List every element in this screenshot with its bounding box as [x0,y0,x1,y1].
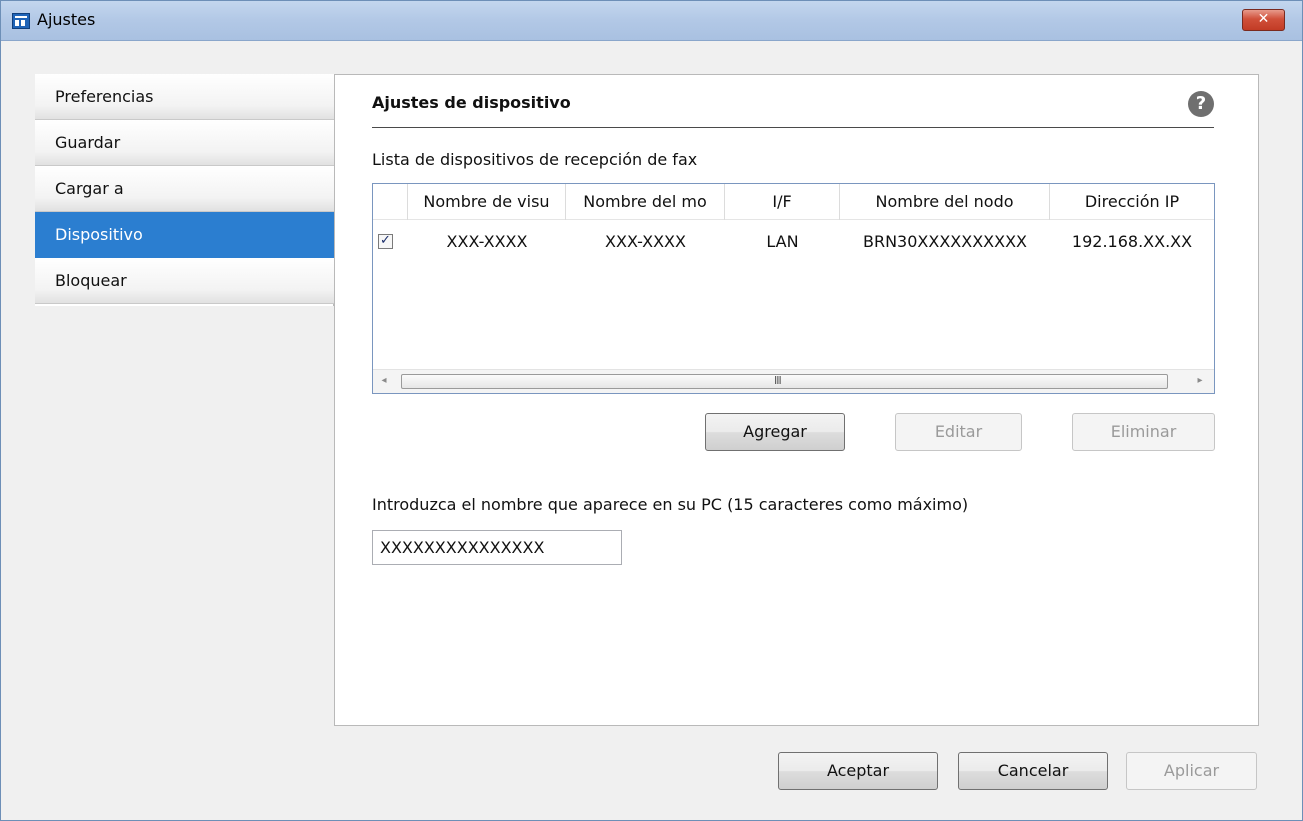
settings-dialog: Ajustes ✕ Preferencias Guardar Cargar a … [0,0,1303,821]
cancel-button[interactable]: Cancelar [958,752,1108,790]
help-icon-glyph: ? [1195,93,1207,114]
sidebar-item-label: Preferencias [55,87,154,106]
cell-model-name: XXX-XXXX [605,232,686,251]
table-header: Nombre de visu Nombre del mo I/F Nombre … [373,184,1214,220]
device-list-table[interactable]: Nombre de visu Nombre del mo I/F Nombre … [372,183,1215,394]
column-header-display-name[interactable]: Nombre de visu [408,184,566,220]
horizontal-scrollbar[interactable]: ◂ III ▸ [373,369,1214,393]
cell-interface: LAN [766,232,799,251]
delete-button[interactable]: Eliminar [1072,413,1215,451]
row-checkbox[interactable]: ✓ [378,233,393,249]
sidebar-item-label: Bloquear [55,271,127,290]
column-header-check[interactable] [373,184,408,220]
ok-button[interactable]: Aceptar [778,752,938,790]
close-icon: ✕ [1257,11,1270,27]
scroll-grip-icon: III [774,374,782,387]
sidebar-item-label: Guardar [55,133,121,152]
sidebar-item-dispositivo[interactable]: Dispositivo [35,212,334,258]
settings-app-icon [12,13,30,29]
pc-name-caption: Introduzca el nombre que aparece en su P… [372,495,969,514]
close-button[interactable]: ✕ [1242,9,1285,31]
sidebar-item-guardar[interactable]: Guardar [35,120,334,166]
cell-node-name: BRN30XXXXXXXXXX [862,232,1028,251]
checkmark-icon: ✓ [380,233,391,248]
column-header-node-name[interactable]: Nombre del nodo [840,184,1050,220]
scroll-right-icon[interactable]: ▸ [1193,374,1207,388]
table-row[interactable]: ✓ XXX-XXXX XXX-XXXX LAN BRN30XXXXXXXXXX … [373,224,1214,260]
sidebar-item-bloquear[interactable]: Bloquear [35,258,334,304]
apply-button[interactable]: Aplicar [1126,752,1257,790]
sidebar-item-label: Cargar a [55,179,124,198]
sidebar: Preferencias Guardar Cargar a Dispositiv… [35,74,334,306]
edit-button[interactable]: Editar [895,413,1022,451]
column-header-interface[interactable]: I/F [725,184,840,220]
sidebar-item-preferencias[interactable]: Preferencias [35,74,334,120]
column-header-ip-address[interactable]: Dirección IP [1050,184,1214,220]
device-settings-panel: Ajustes de dispositivo ? Lista de dispos… [334,74,1259,726]
scroll-thumb[interactable]: III [401,374,1168,389]
scroll-left-icon[interactable]: ◂ [377,374,391,388]
column-header-model-name[interactable]: Nombre del mo [566,184,725,220]
title-bar[interactable]: Ajustes ✕ [1,1,1302,41]
sidebar-item-label: Dispositivo [55,225,143,244]
cell-display-name: XXX-XXXX [446,232,528,251]
help-icon[interactable]: ? [1188,91,1214,117]
device-list-caption: Lista de dispositivos de recepción de fa… [372,150,698,169]
cell-ip-address: 192.168.XX.XX [1071,232,1193,251]
section-title: Ajustes de dispositivo [372,93,571,112]
section-divider [372,127,1214,128]
sidebar-item-cargar-a[interactable]: Cargar a [35,166,334,212]
add-button[interactable]: Agregar [705,413,845,451]
window-title: Ajustes [37,10,96,29]
pc-name-input[interactable]: XXXXXXXXXXXXXXX [372,530,622,565]
